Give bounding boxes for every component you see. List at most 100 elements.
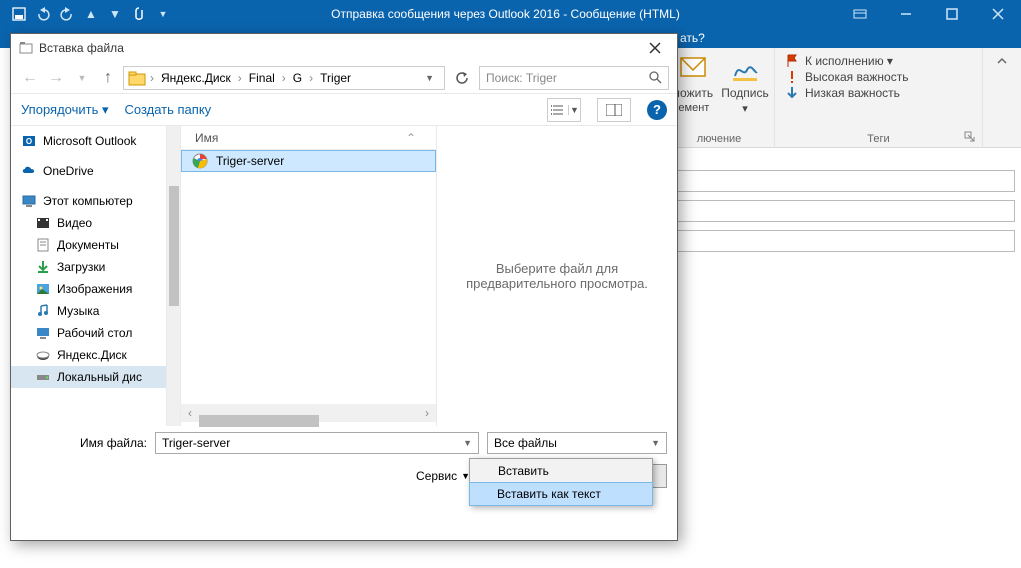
ydisk-icon (35, 347, 51, 363)
dialog-nav: ← → ▼ ↑ › Яндекс.Диск› Final› G› Triger … (11, 62, 677, 94)
search-placeholder: Поиск: Triger (486, 71, 557, 85)
dialog-titlebar: Вставка файла (11, 34, 677, 62)
save-icon[interactable] (8, 3, 30, 25)
chevron-down-icon: ▼ (651, 438, 660, 448)
close-button[interactable] (975, 0, 1021, 28)
onedrive-icon (21, 163, 37, 179)
redo-icon[interactable] (56, 3, 78, 25)
desktop-icon (35, 325, 51, 341)
tree-item[interactable]: Яндекс.Диск (11, 344, 166, 366)
nav-tree: OMicrosoft Outlook OneDrive Этот компьютер… (11, 126, 167, 426)
search-icon (649, 71, 662, 84)
img-icon (35, 281, 51, 297)
breadcrumb[interactable]: › Яндекс.Диск› Final› G› Triger ▼ (123, 66, 445, 90)
cc-field[interactable] (664, 200, 1015, 222)
signature-button[interactable]: Подпись ▾ (724, 52, 766, 115)
outlook-icon: O (21, 133, 37, 149)
message-fields (664, 170, 1015, 260)
folder-icon (128, 69, 146, 87)
recent-chevron-icon[interactable]: ▼ (71, 67, 93, 89)
breadcrumb-item[interactable]: Triger (317, 71, 354, 85)
followup-button[interactable]: К исполнению ▾ (785, 54, 972, 68)
quick-access-toolbar: ▲ ▼ ▼ (0, 3, 174, 25)
filetype-dropdown[interactable]: Все файлы ▼ (487, 432, 667, 454)
maximize-button[interactable] (929, 0, 975, 28)
tree-item[interactable]: Рабочий стол (11, 322, 166, 344)
chevron-up-down-icon[interactable]: ▲ (80, 3, 102, 25)
dropdown-item-insert[interactable]: Вставить (470, 459, 652, 483)
ribbon-group-label: лючение (697, 133, 742, 145)
paperclip-icon[interactable] (128, 3, 150, 25)
tree-item[interactable]: Музыка (11, 300, 166, 322)
file-name: Triger-server (216, 154, 284, 168)
down-icon (35, 259, 51, 275)
filename-history-icon[interactable]: ▼ (463, 438, 472, 448)
chrome-icon (192, 153, 208, 169)
pc-icon (21, 193, 37, 209)
help-button[interactable]: ? (647, 100, 667, 120)
ribbon-include-group: ложить лемент ▾ Подпись ▾ лючение (664, 48, 775, 147)
horizontal-scrollbar[interactable]: ‹› (181, 404, 436, 422)
music-icon (35, 303, 51, 319)
dialog-toolbar: Упорядочить ▾ Создать папку ▼ ? (11, 94, 677, 126)
dialog-close-button[interactable] (641, 34, 669, 62)
preview-pane-button[interactable] (597, 98, 631, 122)
tree-item[interactable]: Документы (11, 234, 166, 256)
sort-chevron-icon: ⌃ (406, 131, 436, 145)
back-button[interactable]: ← (19, 67, 41, 89)
docs-icon (35, 237, 51, 253)
ribbon-collapse-icon[interactable] (983, 48, 1021, 147)
high-importance-button[interactable]: Высокая важность (785, 70, 972, 84)
breadcrumb-item[interactable]: Final (246, 71, 278, 85)
file-list: Имя ⌃ Triger-server ‹› (181, 126, 437, 426)
drive-icon (35, 369, 51, 385)
tree-item[interactable]: Этот компьютер (11, 190, 166, 212)
svg-text:O: O (26, 137, 32, 146)
refresh-button[interactable] (449, 66, 475, 90)
search-input[interactable]: Поиск: Triger (479, 66, 669, 90)
dialog-body: OMicrosoft Outlook OneDrive Этот компьютер… (11, 126, 677, 426)
tree-item[interactable]: Локальный дис (11, 366, 166, 388)
forward-button[interactable]: → (45, 67, 67, 89)
minimize-button[interactable] (883, 0, 929, 28)
insert-dropdown-menu: Вставить Вставить как текст (469, 458, 653, 506)
breadcrumb-item[interactable]: Яндекс.Диск (158, 71, 234, 85)
subject-field[interactable] (664, 230, 1015, 252)
ribbon-group-label: Теги (775, 133, 982, 145)
window-controls (837, 0, 1021, 28)
chevron-down-icon[interactable]: ▼ (104, 3, 126, 25)
breadcrumb-item[interactable]: G (290, 71, 305, 85)
breadcrumb-history-icon[interactable]: ▼ (425, 73, 440, 83)
title-bar: ▲ ▼ ▼ Отправка сообщения через Outlook 2… (0, 0, 1021, 28)
up-button[interactable]: ↑ (97, 67, 119, 89)
dialog-launcher-icon[interactable] (964, 131, 976, 143)
tree-item[interactable]: OMicrosoft Outlook (11, 130, 166, 152)
qat-more-icon[interactable]: ▼ (152, 3, 174, 25)
video-icon (35, 215, 51, 231)
tree-scrollbar[interactable] (167, 126, 181, 426)
dropdown-item-insert-as-text[interactable]: Вставить как текст (469, 482, 653, 506)
low-importance-button[interactable]: Низкая важность (785, 86, 972, 100)
filename-label: Имя файла: (21, 436, 147, 450)
dialog-icon (19, 41, 33, 55)
preview-pane: Выберите файл для предварительного просм… (437, 126, 677, 426)
view-mode-button[interactable]: ▼ (547, 98, 581, 122)
tree-item[interactable]: Видео (11, 212, 166, 234)
new-folder-button[interactable]: Создать папку (125, 102, 212, 117)
to-field[interactable] (664, 170, 1015, 192)
attach-item-button[interactable]: ложить лемент ▾ (672, 52, 714, 127)
window-title: Отправка сообщения через Outlook 2016 - … (174, 7, 837, 21)
column-header[interactable]: Имя ⌃ (181, 126, 436, 150)
ribbon: ложить лемент ▾ Подпись ▾ лючение К испо… (664, 48, 1021, 148)
ribbon-tags-group: К исполнению ▾ Высокая важность Низкая в… (775, 48, 983, 147)
dialog-title: Вставка файла (39, 41, 124, 55)
undo-icon[interactable] (32, 3, 54, 25)
ribbon-options-icon[interactable] (837, 0, 883, 28)
file-row[interactable]: Triger-server (181, 150, 436, 172)
tree-item[interactable]: Изображения (11, 278, 166, 300)
service-menu[interactable]: Сервис▼ (416, 469, 470, 483)
filename-input[interactable]: Triger-server ▼ (155, 432, 479, 454)
tree-item[interactable]: OneDrive (11, 160, 166, 182)
organize-menu[interactable]: Упорядочить ▾ (21, 102, 109, 118)
tree-item[interactable]: Загрузки (11, 256, 166, 278)
